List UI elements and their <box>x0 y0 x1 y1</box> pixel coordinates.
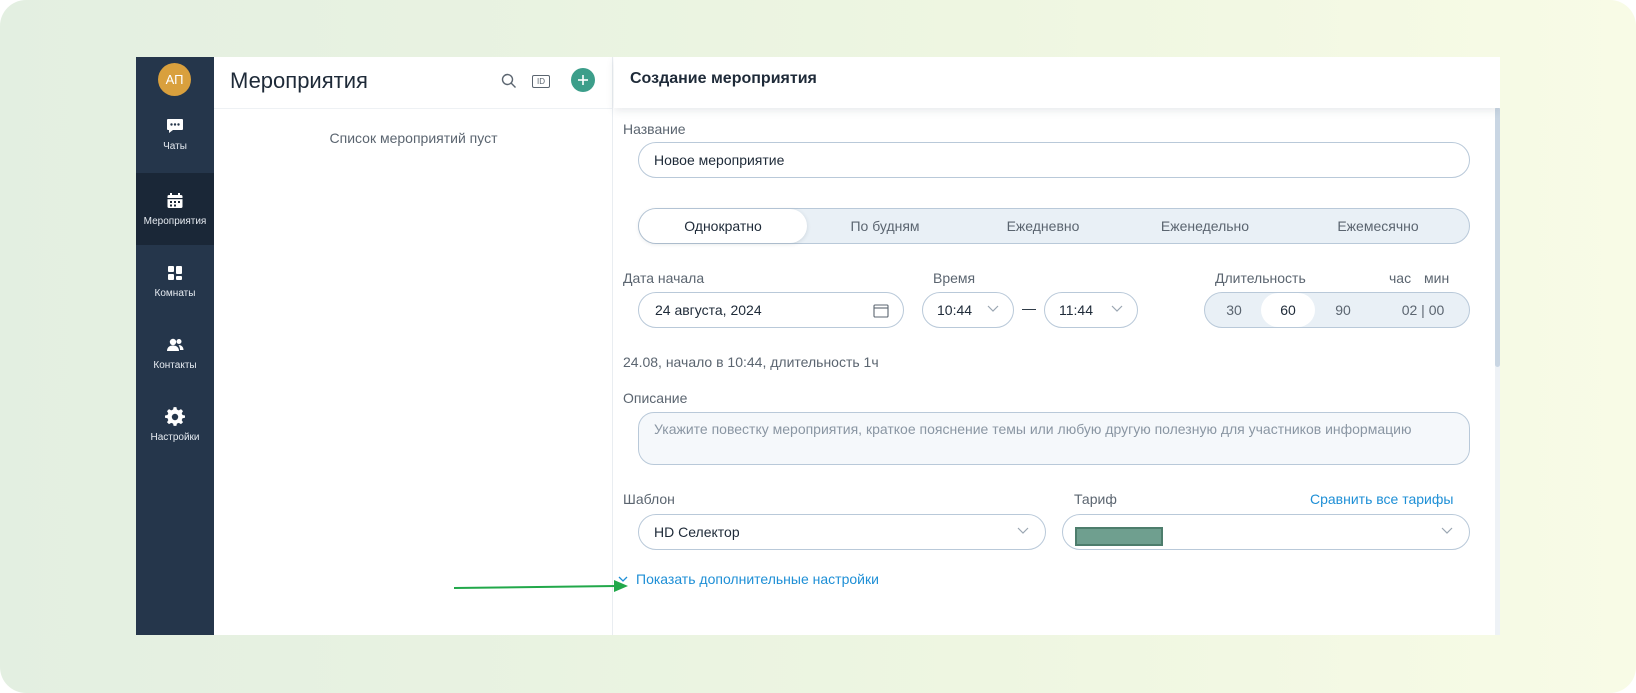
duration-option-30[interactable]: 30 <box>1209 293 1259 327</box>
tariff-value-redacted <box>1075 527 1163 546</box>
duration-hour-label: час <box>1389 270 1412 286</box>
template-label: Шаблон <box>623 491 675 507</box>
description-field[interactable]: Укажите повестку мероприятия, краткое по… <box>638 412 1470 465</box>
description-label: Описание <box>623 390 688 406</box>
duration-selector: 30 60 90 02 | 00 <box>1204 292 1470 328</box>
sidebar-item-contacts[interactable]: Контакты <box>136 317 214 389</box>
calendar-picker-icon[interactable] <box>873 303 889 318</box>
plus-icon <box>578 75 588 85</box>
tariff-label: Тариф <box>1074 491 1117 507</box>
tab-daily[interactable]: Ежедневно <box>963 209 1123 243</box>
sidebar-item-settings[interactable]: Настройки <box>136 389 214 461</box>
time-to-select[interactable]: 11:44 <box>1044 292 1138 328</box>
id-icon: ID <box>532 74 550 88</box>
chevron-down-icon <box>1441 527 1453 534</box>
compare-tariffs-link[interactable]: Сравнить все тарифы <box>1310 491 1453 507</box>
empty-list-message: Список мероприятий пуст <box>329 130 498 146</box>
avatar[interactable]: АП <box>158 63 191 96</box>
duration-option-90[interactable]: 90 <box>1317 293 1369 327</box>
start-date-value: 24 августа, 2024 <box>655 302 762 318</box>
sidebar: АП Чаты Мероприятия Комнаты Контакты Нас… <box>136 57 214 635</box>
duration-custom-input[interactable]: 02 | 00 <box>1381 293 1465 327</box>
time-to-value: 11:44 <box>1059 302 1093 318</box>
template-value: HD Селектор <box>654 524 740 540</box>
time-range-dash: — <box>1022 300 1036 316</box>
template-select[interactable]: HD Селектор <box>638 514 1046 550</box>
schedule-summary: 24.08, начало в 10:44, длительность 1ч <box>623 354 879 370</box>
name-field[interactable]: Новое мероприятие <box>638 142 1470 178</box>
tab-once[interactable]: Однократно <box>639 209 807 243</box>
sidebar-item-label: Комнаты <box>154 288 196 299</box>
chevron-down-icon <box>1017 527 1029 534</box>
form-title: Создание мероприятия <box>630 70 817 87</box>
sidebar-item-label: Чаты <box>163 141 187 152</box>
sidebar-item-rooms[interactable]: Комнаты <box>136 245 214 317</box>
events-list-header: Мероприятия ID <box>214 57 612 109</box>
contacts-icon <box>167 338 184 351</box>
calendar-icon <box>167 193 183 208</box>
chevron-down-icon <box>987 305 999 312</box>
page-title: Мероприятия <box>230 68 368 93</box>
tab-weekly[interactable]: Еженедельно <box>1123 209 1287 243</box>
scroll-thumb[interactable] <box>1495 107 1500 367</box>
time-label: Время <box>933 270 976 286</box>
name-label: Название <box>623 121 686 137</box>
sidebar-item-label: Контакты <box>153 360 197 371</box>
chevron-down-icon <box>1111 305 1123 312</box>
time-from-value: 10:44 <box>937 302 973 318</box>
show-more-settings-toggle[interactable]: Показать дополнительные настройки <box>614 568 914 592</box>
description-placeholder: Укажите повестку мероприятия, краткое по… <box>654 421 1412 437</box>
tab-monthly[interactable]: Ежемесячно <box>1287 209 1469 243</box>
sidebar-item-label: Мероприятия <box>143 216 207 227</box>
form-header: Создание мероприятия <box>614 57 1500 108</box>
show-more-settings-link: Показать дополнительные настройки <box>636 571 879 587</box>
form-scrollbar[interactable] <box>1495 107 1500 635</box>
search-button[interactable] <box>497 69 521 93</box>
duration-label: Длительность <box>1215 270 1306 286</box>
app-window: АП Чаты Мероприятия Комнаты Контакты Нас… <box>136 57 1500 635</box>
sidebar-item-chats[interactable]: Чаты <box>136 98 214 170</box>
start-date-label: Дата начала <box>623 270 705 286</box>
name-value: Новое мероприятие <box>654 152 785 168</box>
id-button[interactable]: ID <box>529 69 553 93</box>
chat-icon <box>167 119 183 133</box>
events-list-panel: Мероприятия ID Список мероприятий пуст <box>214 57 613 635</box>
time-from-select[interactable]: 10:44 <box>922 292 1014 328</box>
sidebar-item-events[interactable]: Мероприятия <box>136 173 214 245</box>
rooms-icon <box>168 266 182 280</box>
start-date-field[interactable]: 24 августа, 2024 <box>638 292 904 328</box>
gear-icon <box>165 407 185 426</box>
repeat-tabs: Однократно По будням Ежедневно Еженедель… <box>638 208 1470 244</box>
sidebar-item-label: Настройки <box>150 432 200 443</box>
annotation-arrow-icon <box>453 580 628 592</box>
duration-min-label: мин <box>1424 270 1450 286</box>
duration-option-60[interactable]: 60 <box>1261 293 1315 327</box>
search-icon <box>501 73 516 88</box>
add-event-button[interactable] <box>571 68 595 92</box>
tab-weekdays[interactable]: По будням <box>807 209 963 243</box>
